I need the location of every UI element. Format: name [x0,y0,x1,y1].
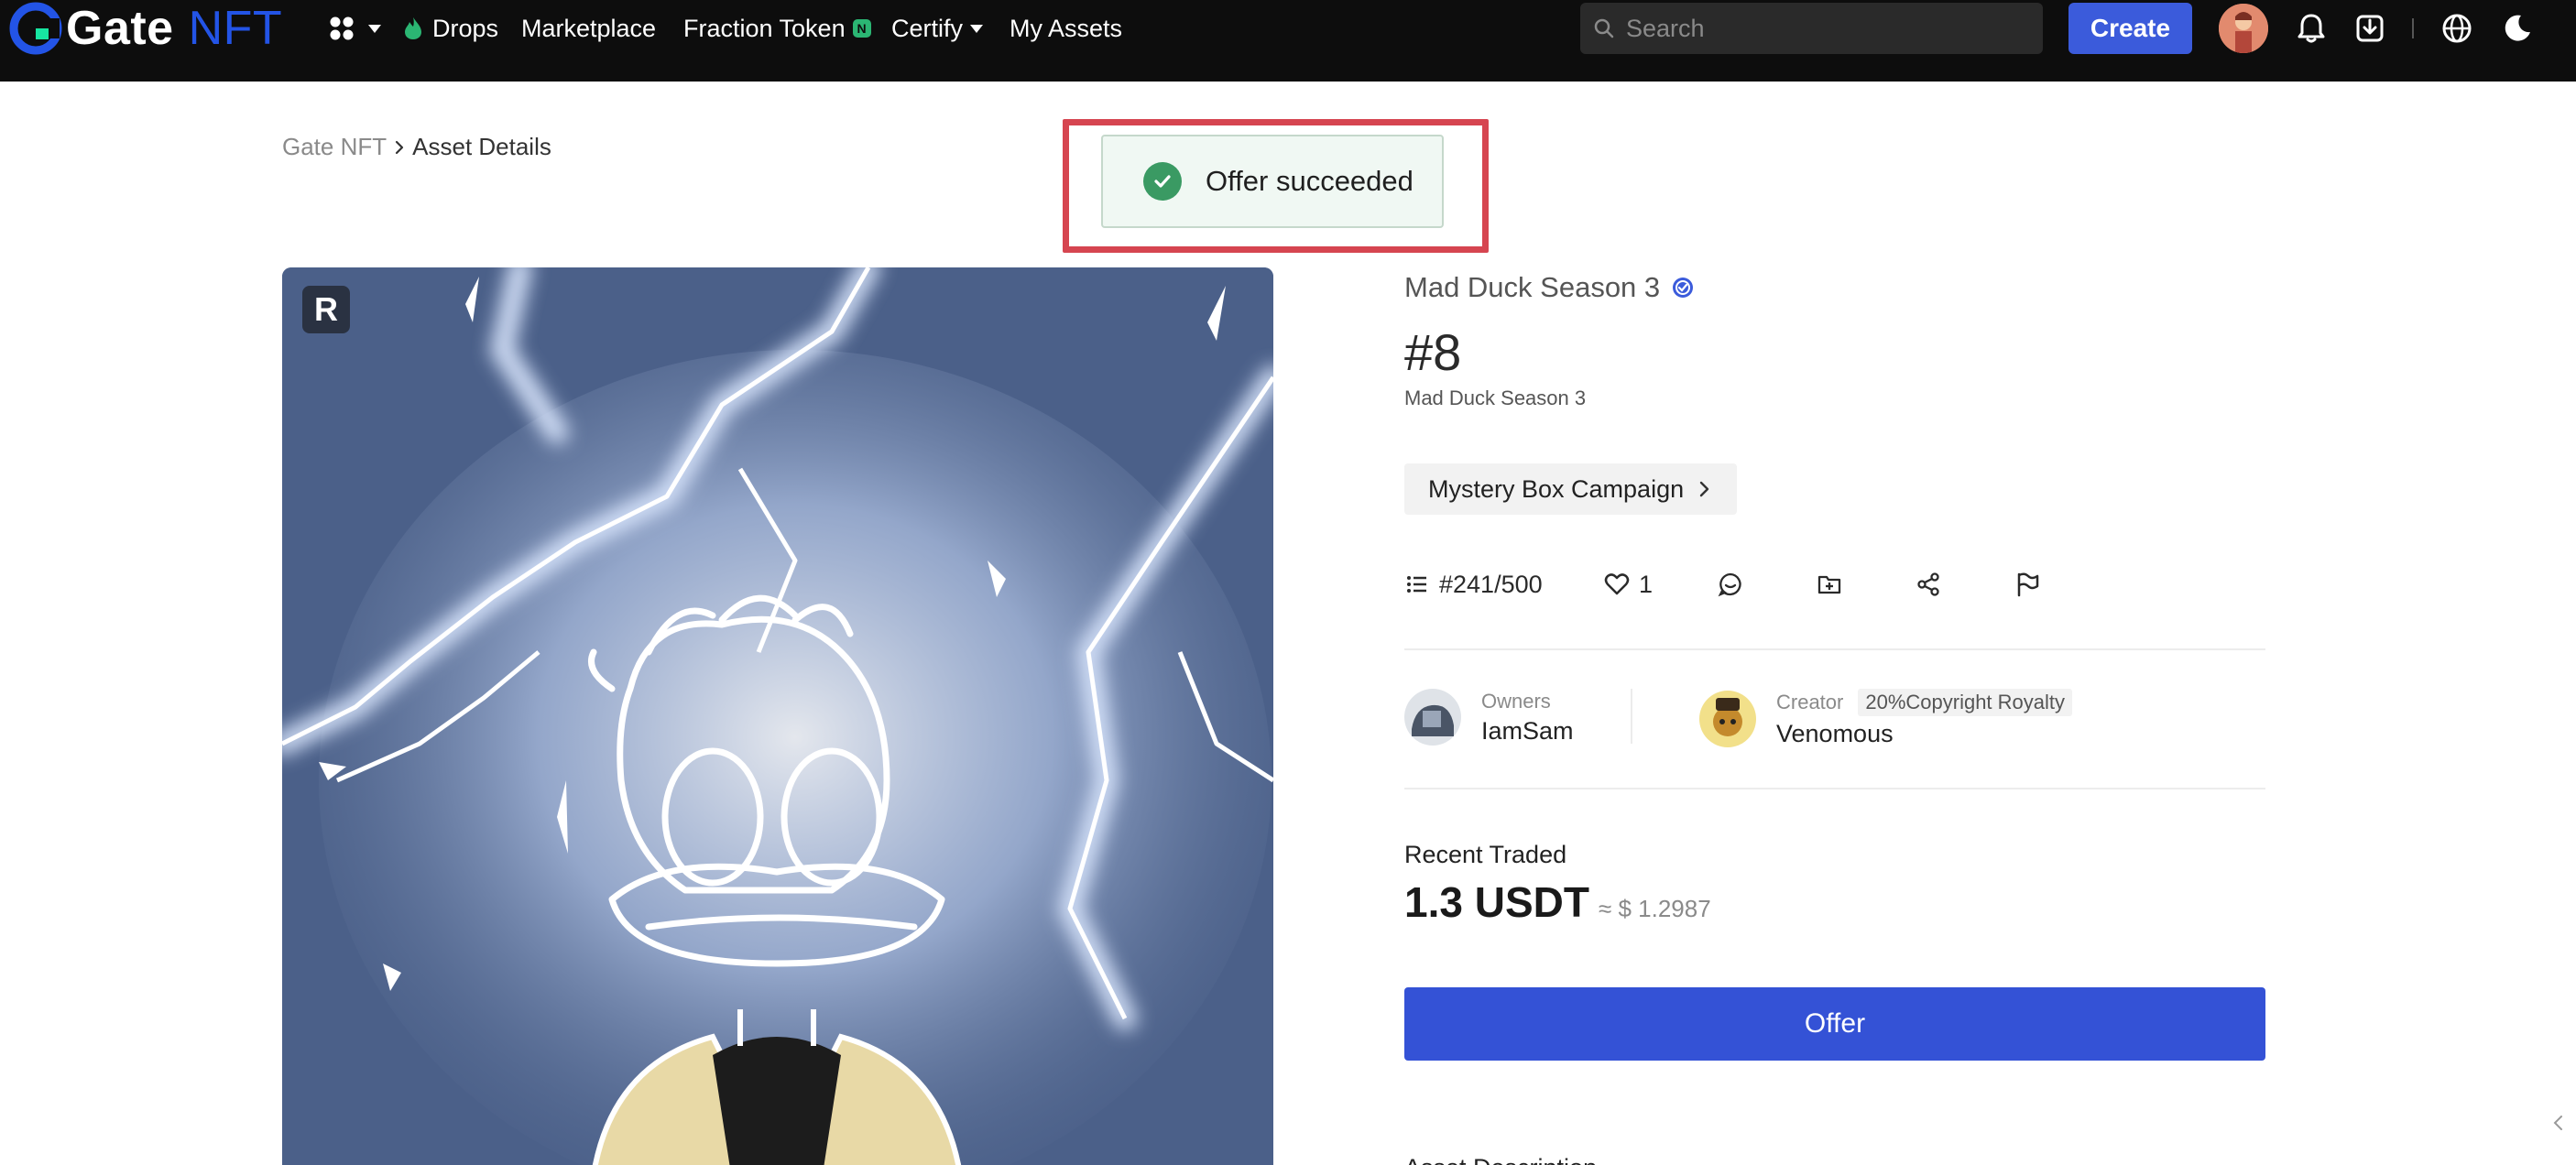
royalty-tag: 20%Copyright Royalty [1858,689,2073,716]
list-icon [1407,576,1426,593]
chevron-right-icon [1699,481,1709,497]
chevron-down-icon [368,24,381,33]
avatar-image [2219,4,2268,53]
share-button[interactable] [1916,566,1941,603]
download-app-icon[interactable] [2353,12,2386,45]
divider [1404,788,2265,789]
nav-certify[interactable]: Certify [891,13,984,44]
creator-name: Venomous [1776,720,1894,747]
creator-avatar [1699,690,1756,747]
nav-my-assets-label: My Assets [1010,14,1123,42]
folder-add-icon [1817,575,1841,594]
nav-fraction-token-label: Fraction Token [683,14,846,42]
breadcrumb: Gate NFT Asset Details [282,133,551,161]
nav-divider [2412,18,2414,38]
recent-price-usd: ≈ $ 1.2987 [1598,895,1711,922]
rarity-badge: R [302,286,350,333]
person-divider [1631,689,1632,744]
chevron-left-icon [2553,1116,2562,1130]
chevron-right-icon [396,140,404,154]
globe-icon[interactable] [2440,12,2473,45]
owner-name: IamSam [1481,716,1574,745]
user-avatar[interactable] [2219,4,2268,53]
collection-link[interactable]: Mad Duck Season 3 [1404,271,1695,304]
collection-name: Mad Duck Season 3 [1404,271,1661,303]
divider [1404,648,2265,650]
nav-marketplace-label: Marketplace [521,14,657,42]
mad-duck-artwork [282,267,1273,1165]
edition-number: #241/500 [1439,570,1543,598]
like-count: 1 [1639,570,1654,598]
success-toast: Offer succeeded [1101,135,1444,228]
search-box[interactable] [1580,3,2043,54]
breadcrumb-current: Asset Details [412,133,551,160]
apps-grid-icon [330,16,354,40]
asset-stats-row: #241/500 1 [1404,566,2265,603]
edition-stat: #241/500 [1404,566,1543,603]
dark-mode-icon[interactable] [2501,12,2534,45]
mystery-box-campaign-button[interactable]: Mystery Box Campaign [1404,463,1738,515]
gate-logo-icon [9,2,62,55]
nav-fraction-token[interactable]: Fraction Token N [683,13,871,44]
comment-button[interactable] [1718,566,1743,603]
asset-description-heading: Asset Description [1404,1154,1597,1165]
nav-marketplace[interactable]: Marketplace [521,13,656,44]
recent-traded-label: Recent Traded [1404,841,1567,868]
top-navbar: Gate NFT Drops Marketplace Fraction Token… [0,0,2576,82]
search-icon [1594,18,1614,38]
create-button[interactable]: Create [2068,3,2192,54]
price-row: 1.3 USDT ≈ $ 1.2987 [1404,877,1711,927]
breadcrumb-root[interactable]: Gate NFT [282,133,387,161]
flame-icon [405,17,421,39]
check-circle-icon [1143,162,1182,201]
heart-icon [1604,573,1630,595]
nav-my-assets[interactable]: My Assets [1010,13,1122,44]
nav-drops[interactable]: Drops [403,13,498,44]
logo-text-gate: Gate [66,2,174,55]
flag-icon [2017,572,2039,597]
creator-label: Creator [1776,691,1844,713]
search-input[interactable] [1626,14,2029,43]
report-button[interactable] [2014,566,2040,603]
add-to-folder-button[interactable] [1817,566,1842,603]
toast-message: Offer succeeded [1206,165,1414,197]
owners-label: Owners [1481,689,1551,713]
gate-nft-logo[interactable]: Gate NFT [9,2,282,55]
token-id: #8 [1404,323,1462,381]
owner-avatar [1404,689,1461,746]
asset-subname: Mad Duck Season 3 [1404,387,1587,409]
offer-button[interactable]: Offer [1404,987,2265,1061]
bell-icon[interactable] [2295,12,2328,45]
apps-menu-button[interactable] [328,14,381,43]
nft-artwork[interactable]: R [282,267,1273,1165]
nav-certify-label: Certify [891,14,964,42]
verified-badge-icon [1673,278,1694,298]
owner-info[interactable]: Owners IamSam [1404,689,1574,746]
nav-drops-label: Drops [432,14,499,42]
share-icon [1917,572,1939,596]
like-button[interactable]: 1 [1604,566,1653,603]
creator-info[interactable]: Creator 20%Copyright Royalty Venomous [1699,689,2073,748]
scroll-left-arrow[interactable] [2539,1081,2576,1165]
recent-price: 1.3 USDT [1404,878,1589,926]
chevron-down-icon [970,24,984,33]
campaign-label: Mystery Box Campaign [1428,474,1685,503]
comment-icon [1718,572,1741,597]
logo-text-nft: NFT [188,2,283,55]
new-badge: N [852,19,871,38]
